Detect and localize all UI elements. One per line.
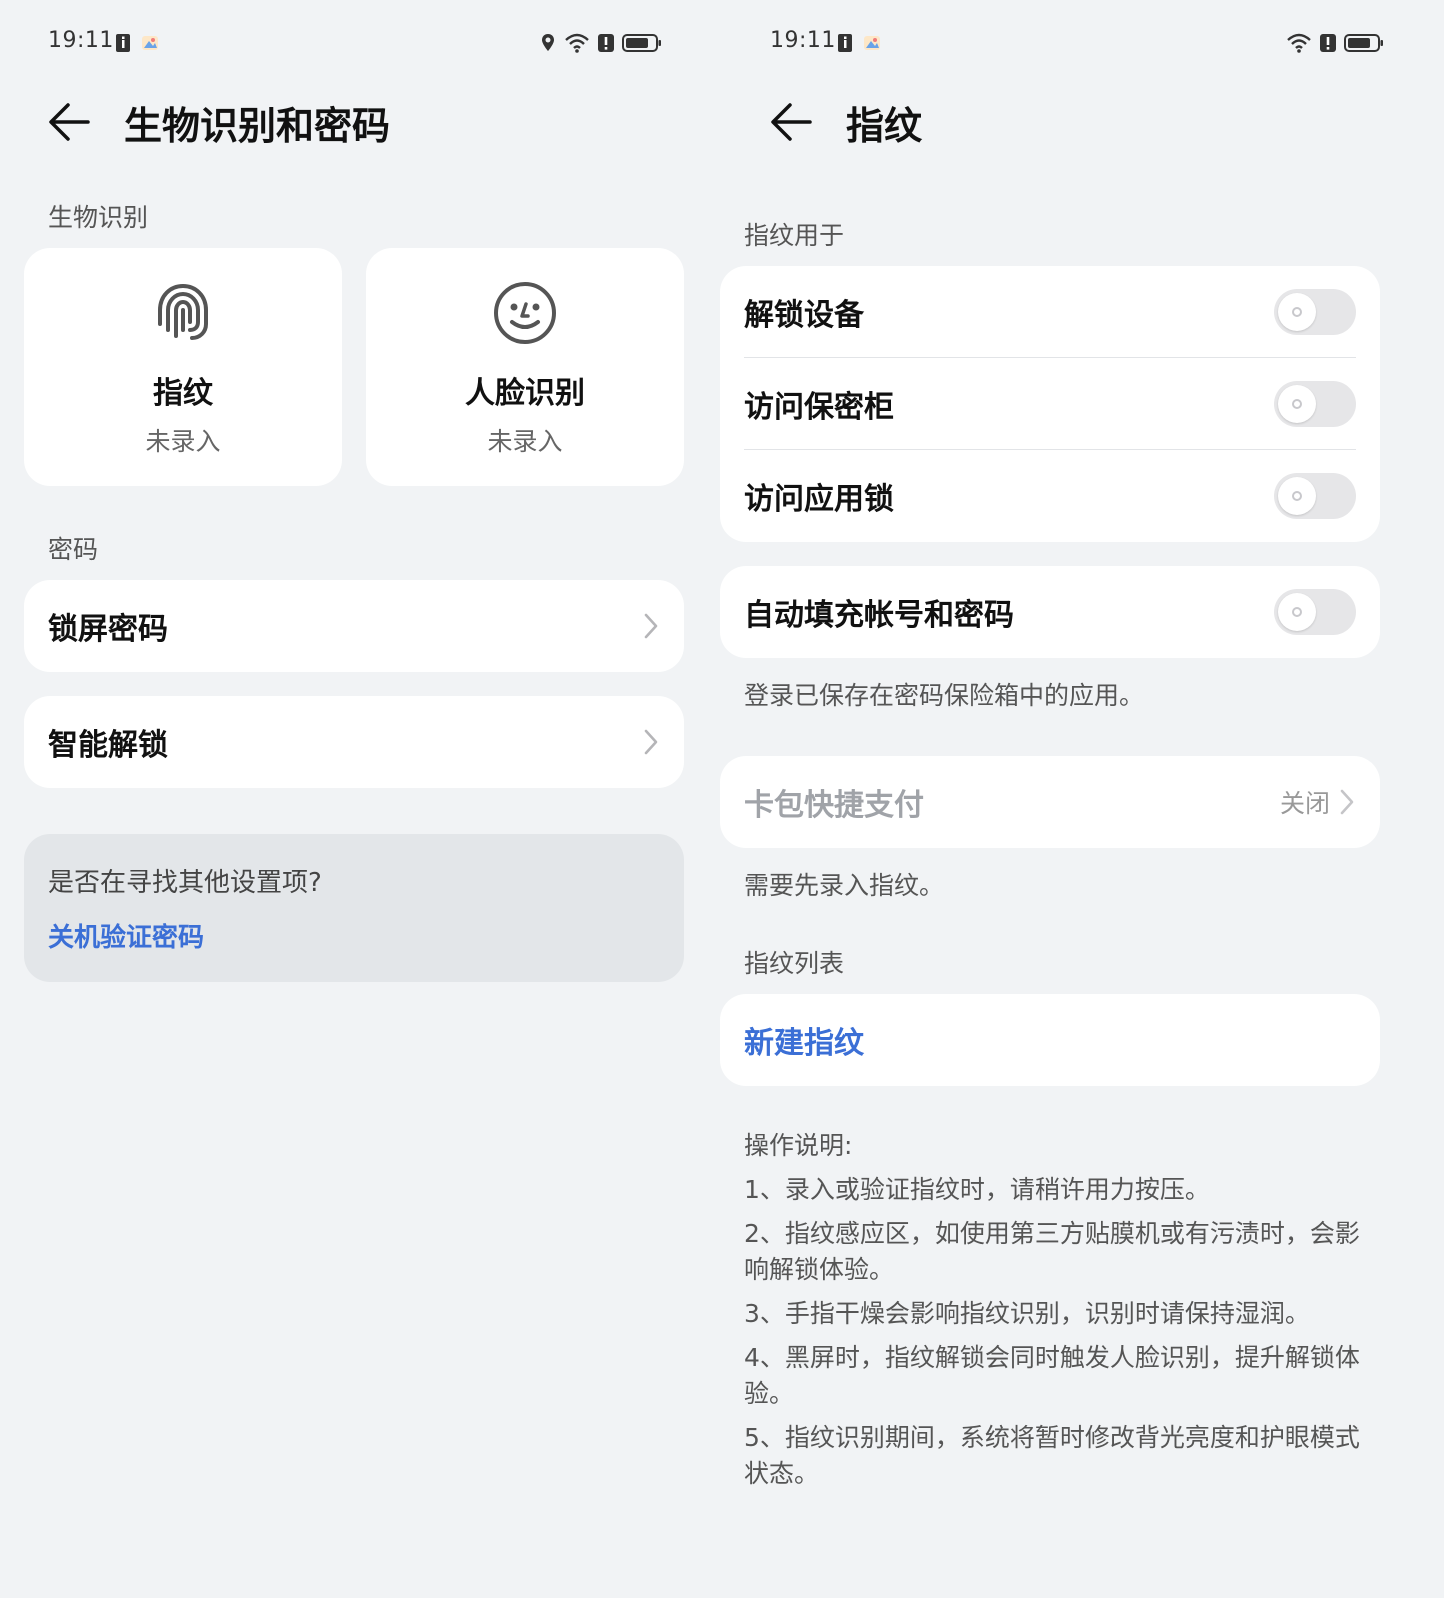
status-time: 19:11	[770, 28, 836, 53]
alert-icon	[1320, 34, 1336, 52]
chevron-right-icon	[644, 729, 658, 755]
fingerprint-card[interactable]: 指纹 未录入	[24, 248, 342, 486]
access-applock-row: 访问应用锁	[720, 450, 1380, 542]
autofill-row: 自动填充帐号和密码	[720, 566, 1380, 658]
fingerprint-label: 指纹	[153, 376, 213, 411]
instruction-item: 4、黑屏时，指纹解锁会同时触发人脸识别，提升解锁体验。	[744, 1343, 1360, 1408]
autofill-card: 自动填充帐号和密码	[720, 566, 1380, 658]
gallery-icon	[142, 36, 158, 50]
face-recognition-label: 人脸识别	[465, 376, 585, 411]
access-safe-label: 访问保密柜	[744, 390, 894, 425]
other-settings-hint: 是否在寻找其他设置项? 关机验证密码	[24, 834, 684, 982]
back-arrow-icon	[771, 103, 812, 141]
page-header: 指纹	[770, 90, 922, 154]
page-title: 指纹	[846, 103, 923, 148]
chevron-right-icon	[644, 613, 658, 639]
battery-icon	[622, 34, 661, 52]
smart-unlock-label: 智能解锁	[48, 728, 168, 763]
status-time: 19:11	[48, 28, 114, 53]
wallet-quick-pay-item: 卡包快捷支付 关闭	[720, 756, 1380, 848]
instruction-item: 3、手指干燥会影响指纹识别，识别时请保持湿润。	[744, 1299, 1310, 1328]
biometrics-password-screen: 19:11 生物识别和密码 生物识别 指纹 未录入 人脸识别 未录入 密码 锁屏…	[0, 0, 722, 1598]
page-title: 生物识别和密码	[124, 103, 391, 148]
gallery-icon	[864, 36, 880, 50]
battery-icon	[1344, 34, 1383, 52]
fingerprint-status: 未录入	[145, 427, 221, 456]
access-applock-label: 访问应用锁	[744, 482, 894, 517]
section-password: 密码	[48, 535, 99, 564]
page-header: 生物识别和密码	[48, 90, 390, 154]
alert-icon	[598, 34, 614, 52]
unlock-device-label: 解锁设备	[744, 298, 864, 333]
new-fingerprint-label: 新建指纹	[744, 1026, 864, 1061]
status-right-icons	[1286, 33, 1384, 53]
fingerprint-usage-card: 解锁设备 访问保密柜 访问应用锁	[720, 266, 1380, 542]
face-recognition-status: 未录入	[487, 427, 563, 456]
status-notification-icons	[836, 33, 882, 53]
instruction-item: 5、指纹识别期间，系统将暂时修改背光亮度和护眼模式状态。	[744, 1423, 1360, 1488]
section-biometrics: 生物识别	[48, 203, 149, 232]
wallet-quick-pay-label: 卡包快捷支付	[744, 788, 924, 823]
section-fingerprint-list: 指纹列表	[744, 949, 845, 978]
location-icon	[542, 34, 554, 51]
face-smile-icon	[494, 282, 556, 344]
shutdown-password-link[interactable]: 关机验证密码	[48, 917, 660, 954]
section-fingerprint-usage: 指纹用于	[744, 221, 845, 250]
access-safe-row: 访问保密柜	[720, 358, 1380, 450]
back-button[interactable]	[770, 98, 818, 146]
lock-screen-password-item[interactable]: 锁屏密码	[24, 580, 684, 672]
new-fingerprint-item[interactable]: 新建指纹	[720, 994, 1380, 1086]
face-recognition-card[interactable]: 人脸识别 未录入	[366, 248, 684, 486]
unlock-device-toggle[interactable]	[1274, 289, 1356, 335]
access-applock-toggle[interactable]	[1274, 473, 1356, 519]
status-bar: 19:11	[770, 28, 1384, 60]
autofill-toggle[interactable]	[1274, 589, 1356, 635]
unlock-device-row: 解锁设备	[720, 266, 1380, 358]
status-bar: 19:11	[48, 28, 662, 60]
status-notification-icons	[114, 33, 160, 53]
access-safe-toggle[interactable]	[1274, 381, 1356, 427]
notification-i-icon	[838, 34, 852, 52]
back-button[interactable]	[48, 98, 96, 146]
smart-unlock-item[interactable]: 智能解锁	[24, 696, 684, 788]
instruction-item: 1、录入或验证指纹时，请稍许用力按压。	[744, 1175, 1210, 1204]
status-right-icons	[538, 33, 662, 53]
operation-instructions: 操作说明: 1、录入或验证指纹时，请稍许用力按压。 2、指纹感应区，如使用第三方…	[744, 1128, 1364, 1500]
instruction-item: 2、指纹感应区，如使用第三方贴膜机或有污渍时，会影响解锁体验。	[744, 1219, 1360, 1284]
chevron-right-icon	[1340, 789, 1354, 815]
wifi-icon	[565, 33, 589, 53]
wallet-quick-pay-value: 关闭	[1279, 789, 1330, 818]
instructions-title: 操作说明:	[744, 1131, 853, 1160]
wallet-description: 需要先录入指纹。	[744, 871, 945, 900]
autofill-label: 自动填充帐号和密码	[744, 598, 1014, 633]
autofill-description: 登录已保存在密码保险箱中的应用。	[744, 681, 1145, 710]
fingerprint-icon	[158, 283, 208, 340]
wifi-icon	[1287, 33, 1311, 53]
hint-question: 是否在寻找其他设置项?	[48, 868, 322, 898]
back-arrow-icon	[49, 103, 90, 141]
notification-i-icon	[116, 34, 130, 52]
lock-screen-password-label: 锁屏密码	[48, 612, 168, 647]
